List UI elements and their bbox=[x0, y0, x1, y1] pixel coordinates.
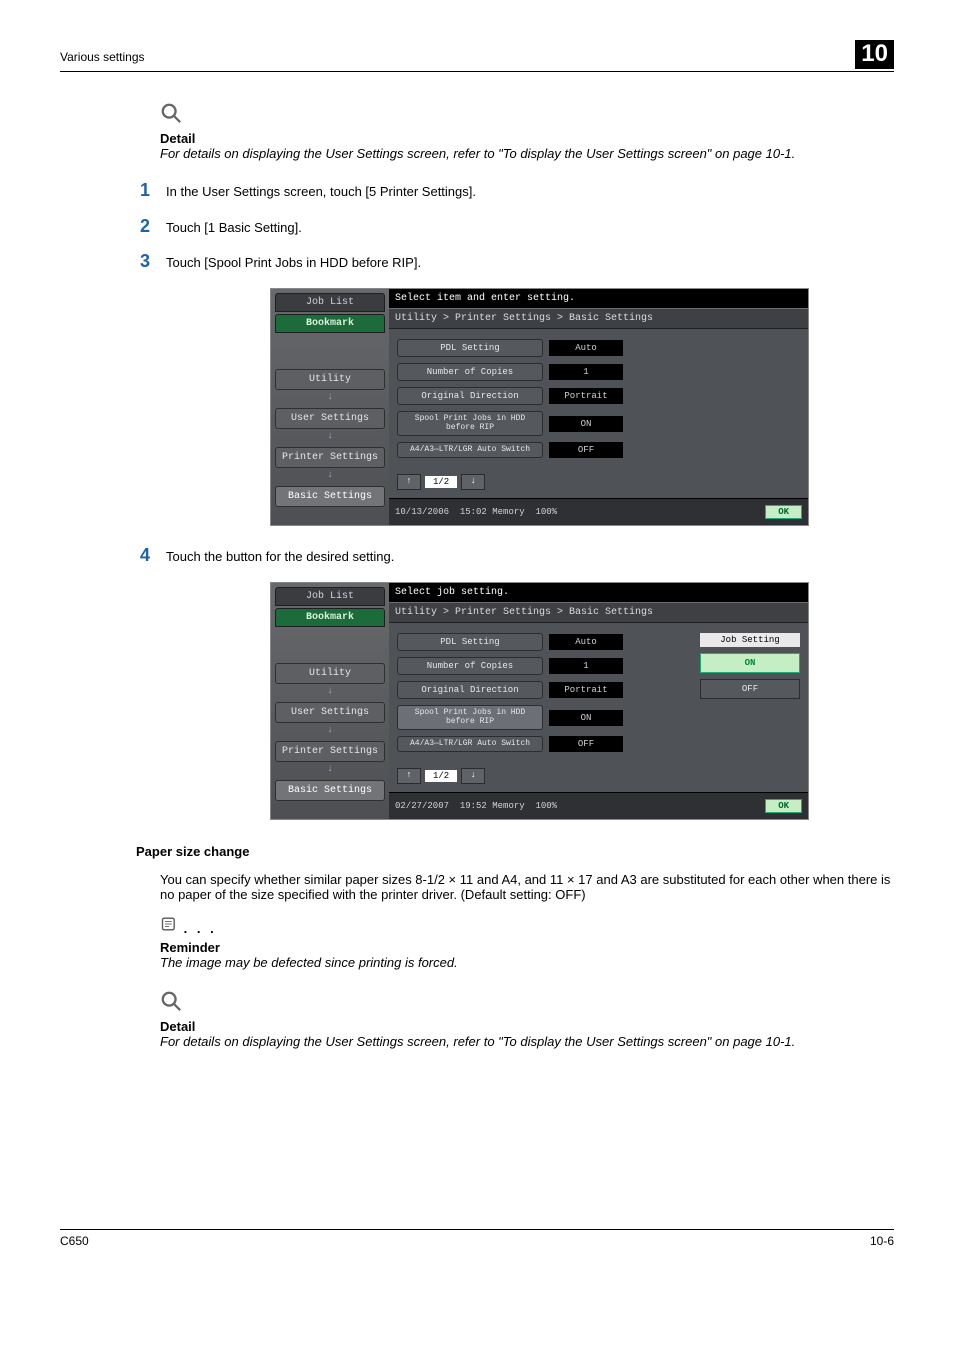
opt-orientation-value: Portrait bbox=[549, 388, 623, 404]
chevron-down-icon: ↓ bbox=[275, 470, 385, 481]
opt-spool-value: ON bbox=[549, 416, 623, 432]
page-up-button[interactable]: ↑ bbox=[397, 474, 421, 490]
sidebar-printer-settings[interactable]: Printer Settings bbox=[275, 447, 385, 468]
opt-pdl[interactable]: PDL Setting bbox=[397, 633, 543, 651]
opt-autoswitch-value: OFF bbox=[549, 442, 623, 458]
job-setting-header: Job Setting bbox=[700, 633, 800, 647]
opt-copies-value: 1 bbox=[549, 658, 623, 674]
step-number: 2 bbox=[140, 217, 166, 237]
reminder-label: Reminder bbox=[160, 940, 894, 955]
opt-copies[interactable]: Number of Copies bbox=[397, 363, 543, 381]
footer-page: 10-6 bbox=[870, 1234, 894, 1248]
step-number: 1 bbox=[140, 181, 166, 201]
chevron-down-icon: ↓ bbox=[275, 392, 385, 403]
chevron-down-icon: ↓ bbox=[275, 686, 385, 697]
opt-copies[interactable]: Number of Copies bbox=[397, 657, 543, 675]
status-time: 19:52 bbox=[460, 801, 487, 811]
sidebar-basic-settings[interactable]: Basic Settings bbox=[275, 780, 385, 801]
ui-screenshot: Job List Bookmark Utility ↓ User Setting… bbox=[270, 582, 809, 820]
reminder-text: The image may be defected since printing… bbox=[160, 955, 894, 970]
section-heading: Paper size change bbox=[136, 844, 894, 859]
dots-icon: . . . bbox=[184, 921, 217, 936]
opt-orientation[interactable]: Original Direction bbox=[397, 681, 543, 699]
step-number: 3 bbox=[140, 252, 166, 272]
sidebar-printer-settings[interactable]: Printer Settings bbox=[275, 741, 385, 762]
status-memory-label: Memory bbox=[492, 507, 524, 517]
page-down-button[interactable]: ↓ bbox=[461, 768, 485, 784]
status-time: 15:02 bbox=[460, 507, 487, 517]
sidebar-utility[interactable]: Utility bbox=[275, 663, 385, 684]
tab-bookmark[interactable]: Bookmark bbox=[275, 608, 385, 627]
screen-instruction: Select item and enter setting. bbox=[389, 289, 808, 308]
magnifier-icon bbox=[160, 112, 182, 127]
detail-label: Detail bbox=[160, 131, 894, 146]
opt-spool[interactable]: Spool Print Jobs in HDD before RIP bbox=[397, 411, 543, 436]
opt-spool[interactable]: Spool Print Jobs in HDD before RIP bbox=[397, 705, 543, 730]
section-body: You can specify whether similar paper si… bbox=[160, 872, 894, 902]
sidebar-basic-settings[interactable]: Basic Settings bbox=[275, 486, 385, 507]
step-text: Touch [1 Basic Setting]. bbox=[166, 217, 302, 235]
running-header: Various settings bbox=[60, 50, 145, 64]
chevron-down-icon: ↓ bbox=[275, 764, 385, 775]
opt-autoswitch-value: OFF bbox=[549, 736, 623, 752]
step-text: Touch the button for the desired setting… bbox=[166, 546, 394, 564]
page-indicator: 1/2 bbox=[425, 770, 457, 782]
step-text: Touch [Spool Print Jobs in HDD before RI… bbox=[166, 252, 421, 270]
sidebar-utility[interactable]: Utility bbox=[275, 369, 385, 390]
job-off-button[interactable]: OFF bbox=[700, 679, 800, 699]
breadcrumb: Utility > Printer Settings > Basic Setti… bbox=[389, 308, 808, 329]
ok-button[interactable]: OK bbox=[765, 799, 802, 813]
opt-autoswitch[interactable]: A4/A3⇔LTR/LGR Auto Switch bbox=[397, 736, 543, 752]
opt-autoswitch[interactable]: A4/A3⇔LTR/LGR Auto Switch bbox=[397, 442, 543, 458]
opt-copies-value: 1 bbox=[549, 364, 623, 380]
ui-screenshot: Job List Bookmark Utility ↓ User Setting… bbox=[270, 288, 809, 526]
status-memory-value: 100% bbox=[535, 801, 557, 811]
opt-orientation-value: Portrait bbox=[549, 682, 623, 698]
sidebar-user-settings[interactable]: User Settings bbox=[275, 408, 385, 429]
ok-button[interactable]: OK bbox=[765, 505, 802, 519]
opt-orientation[interactable]: Original Direction bbox=[397, 387, 543, 405]
job-on-button[interactable]: ON bbox=[700, 653, 800, 673]
note-icon bbox=[160, 921, 184, 936]
tab-bookmark[interactable]: Bookmark bbox=[275, 314, 385, 333]
step-text: In the User Settings screen, touch [5 Pr… bbox=[166, 181, 476, 199]
status-memory-value: 100% bbox=[535, 507, 557, 517]
page-down-button[interactable]: ↓ bbox=[461, 474, 485, 490]
chevron-down-icon: ↓ bbox=[275, 725, 385, 736]
page-indicator: 1/2 bbox=[425, 476, 457, 488]
chevron-down-icon: ↓ bbox=[275, 431, 385, 442]
detail-text: For details on displaying the User Setti… bbox=[160, 146, 894, 161]
step-number: 4 bbox=[140, 546, 166, 566]
sidebar-user-settings[interactable]: User Settings bbox=[275, 702, 385, 723]
tab-joblist[interactable]: Job List bbox=[275, 293, 385, 312]
page-up-button[interactable]: ↑ bbox=[397, 768, 421, 784]
magnifier-icon bbox=[160, 1000, 182, 1015]
status-date: 10/13/2006 bbox=[395, 507, 449, 517]
opt-pdl-value: Auto bbox=[549, 634, 623, 650]
status-memory-label: Memory bbox=[492, 801, 524, 811]
opt-pdl[interactable]: PDL Setting bbox=[397, 339, 543, 357]
detail-text: For details on displaying the User Setti… bbox=[160, 1034, 894, 1049]
breadcrumb: Utility > Printer Settings > Basic Setti… bbox=[389, 602, 808, 623]
chapter-number: 10 bbox=[855, 40, 894, 69]
tab-joblist[interactable]: Job List bbox=[275, 587, 385, 606]
footer-model: C650 bbox=[60, 1234, 89, 1248]
opt-pdl-value: Auto bbox=[549, 340, 623, 356]
screen-instruction: Select job setting. bbox=[389, 583, 808, 602]
status-date: 02/27/2007 bbox=[395, 801, 449, 811]
opt-spool-value: ON bbox=[549, 710, 623, 726]
detail-label: Detail bbox=[160, 1019, 894, 1034]
